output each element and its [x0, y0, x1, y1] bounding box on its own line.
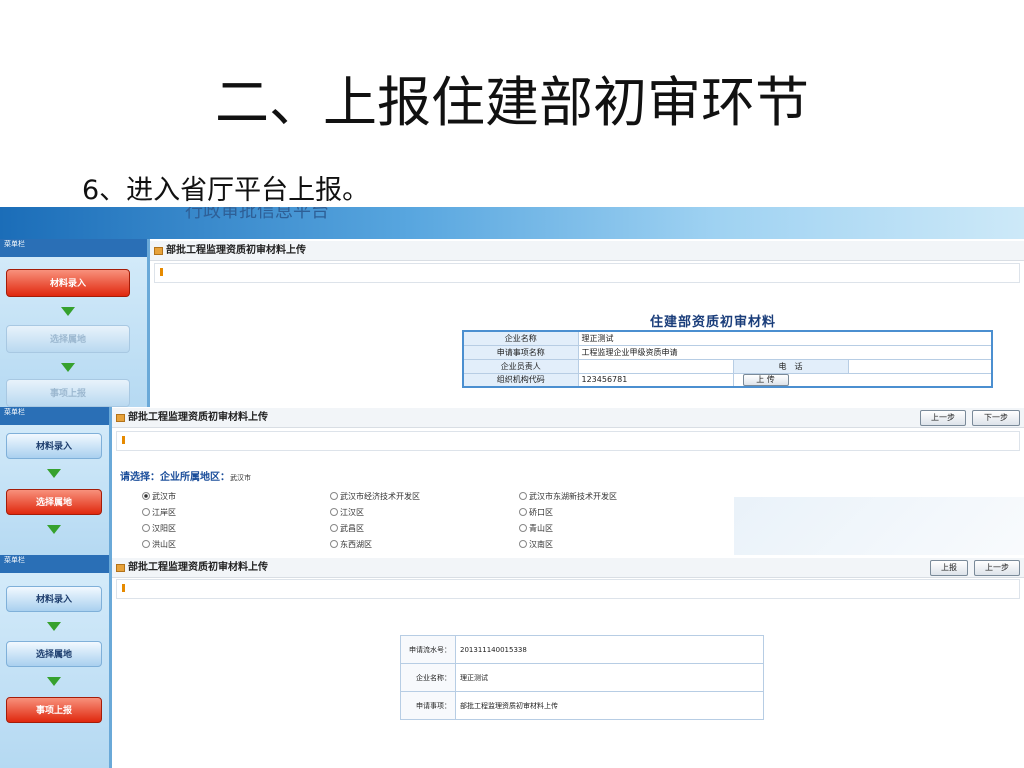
notice-bar	[116, 579, 1020, 599]
step-select-region[interactable]: 选择属地	[6, 641, 102, 667]
radio-region-qiaokou[interactable]: 硚口区	[519, 507, 553, 518]
arrow-down-icon	[47, 469, 61, 478]
org-code-label: 组织机构代码	[462, 372, 579, 388]
page-title-bar: 部批工程监理资质初审材料上传	[112, 408, 1024, 428]
upload-button[interactable]: 上 传	[742, 373, 789, 386]
serial-value: 201311140015338	[455, 635, 764, 664]
screenshot-report: 菜单栏 材料录入 选择属地 事项上报 部批工程监理资质初审材料上传 上报 上一步…	[0, 555, 1024, 768]
radio-region-wuchang[interactable]: 武昌区	[330, 523, 364, 534]
prev-step-button[interactable]: 上一步	[920, 410, 966, 426]
company-field[interactable]: 理正测试	[577, 330, 993, 346]
report-button[interactable]: 上报	[930, 560, 968, 576]
staff-field[interactable]	[577, 358, 734, 374]
sidebar-header: 菜单栏	[0, 407, 109, 425]
region-select-label: 请选择：企业所属地区：武汉市	[120, 468, 251, 483]
page-title: 部批工程监理资质初审材料上传	[166, 245, 306, 256]
selected-region-text: 武汉市	[230, 474, 251, 482]
arrow-down-icon	[47, 677, 61, 686]
arrow-down-icon	[47, 525, 61, 534]
page-title: 部批工程监理资质初审材料上传	[128, 562, 268, 573]
arrow-down-icon	[61, 307, 75, 316]
phone-label: 电 话	[732, 358, 849, 374]
step-report[interactable]: 事项上报	[6, 379, 130, 407]
summary-table: 申请流水号： 201311140015338 企业名称： 理正测试 申请事项： …	[400, 635, 764, 720]
table-title: 住建部资质初审材料	[650, 315, 777, 330]
slide-subtitle: 6、进入省厅平台上报。	[82, 175, 370, 206]
radio-region-qingshan[interactable]: 青山区	[519, 523, 553, 534]
radio-region-jiangan[interactable]: 江岸区	[142, 507, 176, 518]
folder-icon	[116, 564, 125, 572]
sidebar: 菜单栏 材料录入 选择属地	[0, 407, 112, 557]
upload-cell: 上 传	[732, 372, 993, 388]
next-step-button[interactable]: 下一步	[972, 410, 1020, 426]
matter-value: 部批工程监理资质初审材料上传	[455, 691, 764, 720]
arrow-down-icon	[47, 622, 61, 631]
background-decoration	[734, 497, 1024, 557]
notice-bar	[116, 431, 1020, 451]
notice-icon	[122, 436, 125, 444]
sidebar: 菜单栏 材料录入 选择属地 事项上报	[0, 555, 112, 768]
radio-region-hannan[interactable]: 汉南区	[519, 539, 553, 550]
radio-region-wuhan[interactable]: 武汉市	[142, 491, 176, 502]
page-title: 部批工程监理资质初审材料上传	[128, 412, 268, 423]
page-title-bar: 部批工程监理资质初审材料上传	[112, 558, 1024, 578]
main-panel: 部批工程监理资质初审材料上传 上一步 下一步 请选择：企业所属地区：武汉市 武汉…	[112, 407, 1024, 557]
phone-field[interactable]	[847, 358, 993, 374]
banner-title: 行政审批信息平台	[185, 207, 329, 222]
arrow-down-icon	[61, 363, 75, 372]
folder-icon	[154, 247, 163, 255]
step-material-entry[interactable]: 材料录入	[6, 269, 130, 297]
notice-icon	[122, 584, 125, 592]
step-select-region[interactable]: 选择属地	[6, 489, 102, 515]
radio-region-econ-dev-zone[interactable]: 武汉市经济技术开发区	[330, 491, 420, 502]
org-code-field[interactable]: 123456781	[577, 372, 734, 388]
sidebar-header: 菜单栏	[0, 555, 109, 573]
matter-field[interactable]: 工程监理企业甲级资质申请	[577, 344, 993, 360]
radio-region-hanyang[interactable]: 汉阳区	[142, 523, 176, 534]
platform-banner: 行政审批信息平台	[0, 207, 1024, 239]
company-label: 企业名称	[462, 330, 579, 346]
folder-icon	[116, 414, 125, 422]
sidebar: 菜单栏 材料录入 选择属地 事项上报	[0, 239, 150, 409]
step-select-region[interactable]: 选择属地	[6, 325, 130, 353]
main-panel: 部批工程监理资质初审材料上传 上报 上一步 申请流水号： 20131114001…	[112, 555, 1024, 768]
notice-icon	[160, 268, 163, 276]
screenshot-select-region: 菜单栏 材料录入 选择属地 部批工程监理资质初审材料上传 上一步 下一步 请选择…	[0, 407, 1024, 557]
prev-step-button[interactable]: 上一步	[974, 560, 1020, 576]
main-panel: 部批工程监理资质初审材料上传 住建部资质初审材料 企业名称 理正测试 申请事项名…	[150, 239, 1024, 409]
step-report[interactable]: 事项上报	[6, 697, 102, 723]
notice-bar	[154, 263, 1020, 283]
company-label: 企业名称：	[400, 663, 456, 692]
matter-label: 申请事项名称	[462, 344, 579, 360]
staff-label: 企业员责人	[462, 358, 579, 374]
radio-region-jianghan[interactable]: 江汉区	[330, 507, 364, 518]
screenshot-material-entry: 行政审批信息平台 菜单栏 材料录入 选择属地 事项上报 部批工程监理资质初审材料…	[0, 207, 1024, 409]
sidebar-header: 菜单栏	[0, 239, 147, 257]
step-material-entry[interactable]: 材料录入	[6, 586, 102, 612]
serial-label: 申请流水号：	[400, 635, 456, 664]
page-title-bar: 部批工程监理资质初审材料上传	[150, 241, 1024, 261]
radio-region-east-lake[interactable]: 武汉市东湖新技术开发区	[519, 491, 617, 502]
select-label-text: 请选择：企业所属地区：	[120, 472, 230, 483]
company-value: 理正测试	[455, 663, 764, 692]
materials-table: 企业名称 理正测试 申请事项名称 工程监理企业甲级资质申请 企业员责人 电 话 …	[462, 330, 993, 388]
slide-title: 二、上报住建部初审环节	[215, 71, 809, 134]
radio-region-dongxihu[interactable]: 东西湖区	[330, 539, 372, 550]
step-material-entry[interactable]: 材料录入	[6, 433, 102, 459]
matter-label: 申请事项：	[400, 691, 456, 720]
radio-region-hongshan[interactable]: 洪山区	[142, 539, 176, 550]
